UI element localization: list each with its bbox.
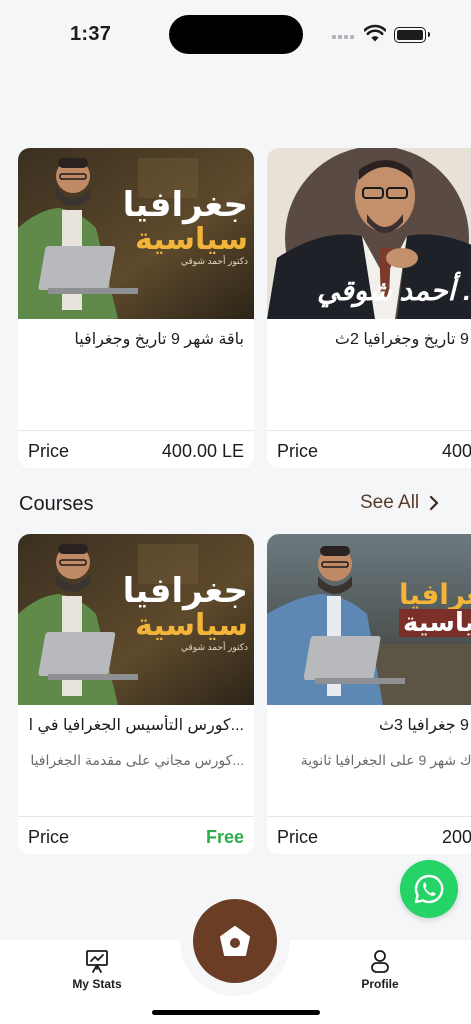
cellular-signal-icon <box>332 33 358 41</box>
whatsapp-icon <box>414 874 444 904</box>
price-label: Price <box>28 827 70 847</box>
see-all-link[interactable]: See All <box>360 492 439 514</box>
course-thumbnail: جغرافيا سياسية <box>267 534 471 705</box>
home-icon <box>220 926 250 956</box>
price-label: Price <box>28 441 70 461</box>
status-bar: 1:37 <box>0 0 471 70</box>
package-card[interactable]: د. أحمد شوقي شهر 9 تاريخ وجغرافيا 2ث Pri… <box>267 148 471 468</box>
whatsapp-button[interactable] <box>400 860 458 918</box>
status-time: 1:37 <box>70 23 112 45</box>
divider <box>267 430 471 431</box>
course-title: شهر 9 جغرافيا 3ث <box>378 717 471 734</box>
divider <box>18 816 254 817</box>
nav-label: My Stats <box>72 977 122 991</box>
package-card[interactable]: جغرافيا سياسية دكتور أحمد شوقي باقة شهر … <box>18 148 254 468</box>
featured-carousel[interactable]: جغرافيا سياسية دكتور أحمد شوقي باقة شهر … <box>18 148 471 468</box>
price-value: 400.00 LE <box>161 441 244 461</box>
course-title: ...كورس التأسيس الجغرافيا في الـ <box>28 717 244 734</box>
package-thumbnail: د. أحمد شوقي <box>267 148 471 319</box>
nav-profile[interactable]: Profile <box>335 948 425 991</box>
price-value: 400.00 <box>441 441 471 461</box>
thumbnail-signature: د. أحمد شوقي <box>317 275 471 306</box>
wifi-icon <box>364 24 386 42</box>
person-icon <box>371 950 389 973</box>
battery-icon <box>394 27 430 43</box>
presentation-chart-icon <box>86 950 108 973</box>
package-thumbnail: جغرافيا سياسية دكتور أحمد شوقي <box>18 148 254 319</box>
nav-my-stats[interactable]: My Stats <box>52 948 142 991</box>
price-label: Price <box>277 827 319 847</box>
price-value: 200.00 <box>441 827 471 847</box>
price-value-free: Free <box>205 827 244 847</box>
package-title: شهر 9 تاريخ وجغرافيا 2ث <box>334 331 471 348</box>
thumbnail-headline: جغرافيا سياسية دكتور أحمد شوقي <box>122 186 248 267</box>
courses-section-title: Courses <box>19 493 94 515</box>
chevron-right-icon <box>430 495 439 511</box>
price-label: Price <box>277 441 319 461</box>
course-thumbnail: جغرافيا سياسية دكتور أحمد شوقي <box>18 534 254 705</box>
course-card[interactable]: جغرافيا سياسية شهر 9 جغرافيا 3ث اشتراك ش… <box>267 534 471 854</box>
divider <box>267 816 471 817</box>
nav-label: Profile <box>361 977 399 991</box>
home-button[interactable] <box>193 899 277 983</box>
thumbnail-headline: جغرافيا سياسية <box>399 580 471 637</box>
course-description: اشتراك شهر 9 على الجغرافيا ثانوية <box>300 752 471 768</box>
home-indicator <box>152 1010 320 1015</box>
courses-carousel[interactable]: جغرافيا سياسية دكتور أحمد شوقي ...كورس ا… <box>18 534 471 854</box>
see-all-label: See All <box>360 492 420 513</box>
dynamic-island <box>169 15 303 54</box>
thumbnail-headline: جغرافيا سياسية دكتور أحمد شوقي <box>122 572 248 653</box>
divider <box>18 430 254 431</box>
package-title: باقة شهر 9 تاريخ وجغرافيا <box>74 331 244 348</box>
course-description: ...كورس مجاني على مقدمة الجغرافيا الـ <box>28 752 244 768</box>
course-card[interactable]: جغرافيا سياسية دكتور أحمد شوقي ...كورس ا… <box>18 534 254 854</box>
